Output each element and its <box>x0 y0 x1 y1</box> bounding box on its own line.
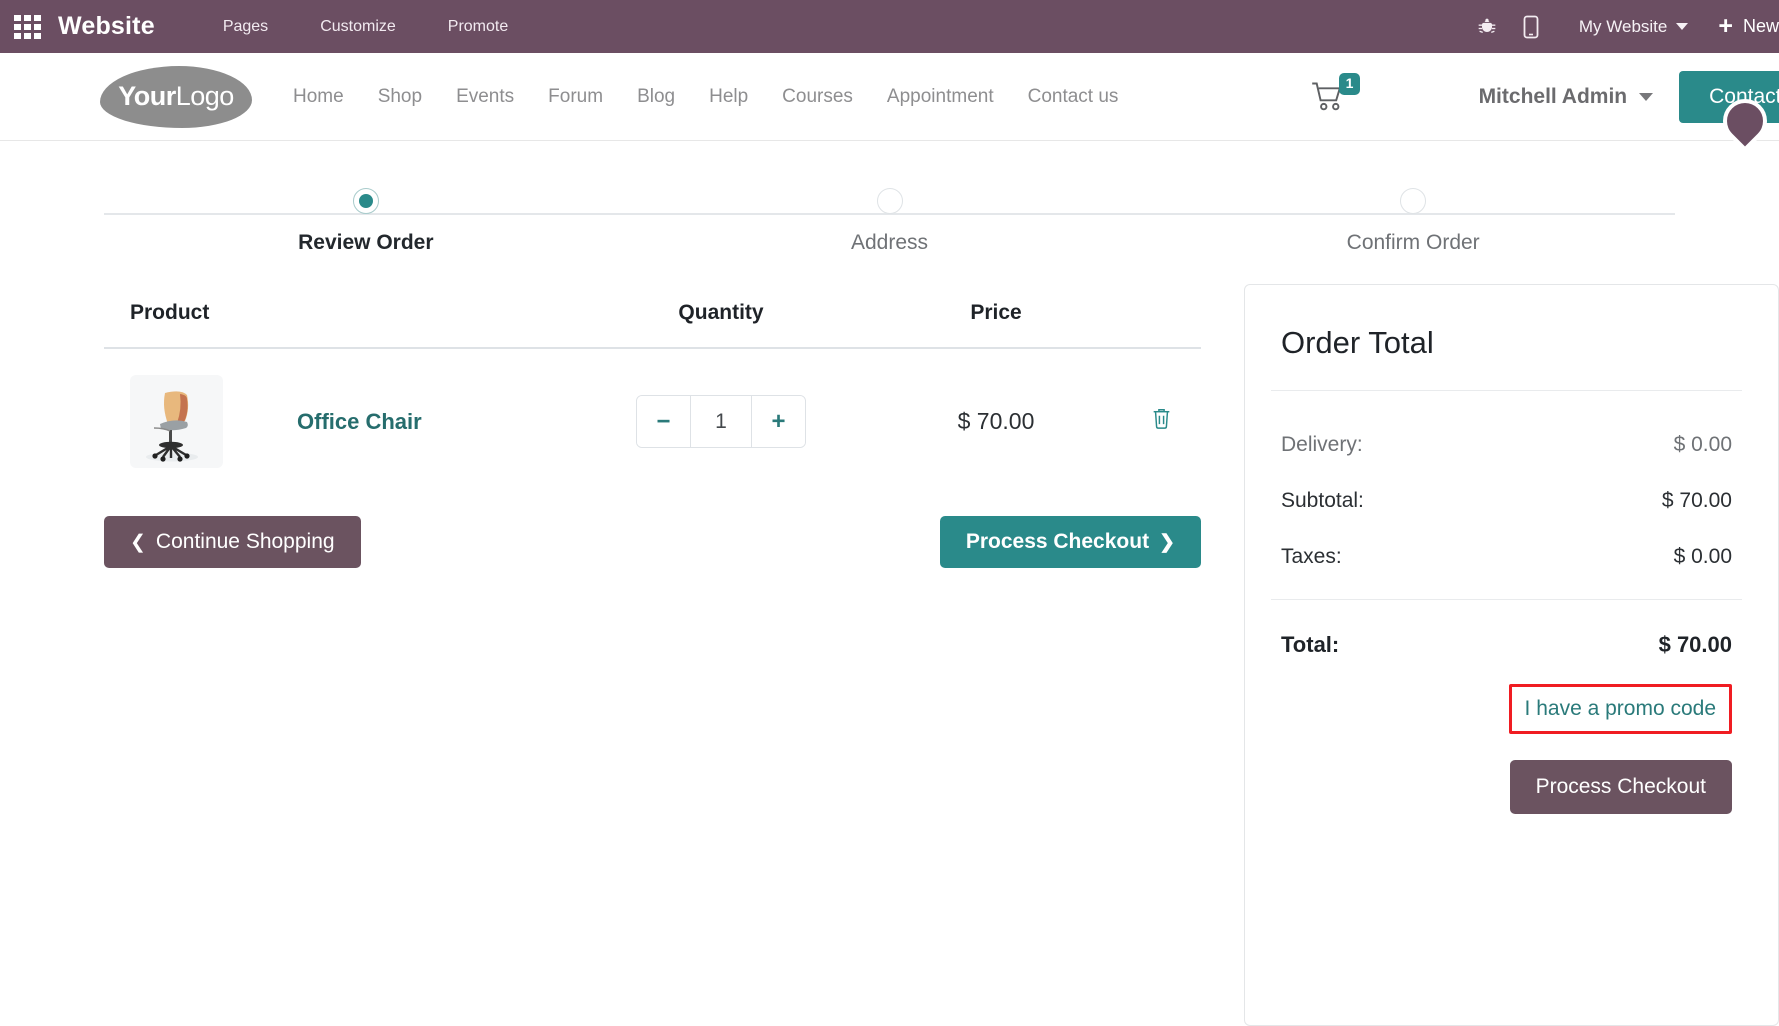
user-menu[interactable]: Mitchell Admin <box>1479 85 1654 109</box>
backend-navbar-right: My Website + New <box>1465 0 1779 53</box>
site-nav: Home Shop Events Forum Blog Help Courses… <box>276 86 1135 108</box>
divider <box>1271 390 1742 391</box>
wizard-step-dot <box>1400 188 1427 214</box>
site-header: YourLogo Home Shop Events Forum Blog Hel… <box>0 53 1779 153</box>
nav-item-events[interactable]: Events <box>439 86 531 108</box>
checkout-wizard: Review Order Address Confirm Order <box>104 188 1675 260</box>
wizard-step-confirm-order[interactable]: Confirm Order <box>1151 188 1675 255</box>
cart-area: Product Quantity Price Office Chair − 1 … <box>104 301 1201 572</box>
promo-code-link[interactable]: I have a promo code <box>1508 684 1732 734</box>
wizard-step-dot <box>352 188 379 214</box>
quantity-increase-button[interactable]: + <box>752 396 805 447</box>
nav-item-home[interactable]: Home <box>276 86 361 108</box>
backend-navbar: Website Pages Customize Promote My Websi… <box>0 0 1779 53</box>
divider <box>1271 599 1742 600</box>
site-header-right: 1 Mitchell Admin Contact Us <box>1311 53 1779 141</box>
order-total-label: Total: <box>1281 632 1340 657</box>
chevron-right-icon: ❯ <box>1159 531 1175 553</box>
order-line-taxes: Taxes: $ 0.00 <box>1281 545 1732 569</box>
cart-table-header-row: Product Quantity Price <box>104 301 1201 349</box>
order-line-label: Subtotal: <box>1281 489 1364 512</box>
site-logo[interactable]: YourLogo <box>100 65 252 128</box>
cart-actions-cell <box>1121 348 1201 494</box>
column-header-product: Product <box>104 301 571 349</box>
nav-item-shop[interactable]: Shop <box>361 86 439 108</box>
trash-icon[interactable] <box>1151 407 1172 436</box>
wizard-step-label: Confirm Order <box>1346 231 1480 254</box>
side-checkout-row: Process Checkout <box>1281 760 1732 814</box>
order-total-value: $ 70.00 <box>1658 632 1732 657</box>
wizard-step-dot <box>876 188 903 214</box>
apps-grid-icon[interactable] <box>14 14 44 39</box>
chevron-down-icon <box>1676 23 1689 30</box>
chevron-left-icon: ❮ <box>130 531 146 553</box>
nav-item-help[interactable]: Help <box>692 86 765 108</box>
quantity-stepper: − 1 + <box>636 395 806 448</box>
side-process-checkout-button[interactable]: Process Checkout <box>1509 760 1732 814</box>
cart-price-value: $ 70.00 <box>957 408 1035 434</box>
nav-item-courses[interactable]: Courses <box>765 86 870 108</box>
logo-light-part: Logo <box>175 81 235 111</box>
wizard-step-review-order[interactable]: Review Order <box>104 188 628 255</box>
order-line-subtotal: Subtotal: $ 70.00 <box>1281 489 1732 513</box>
menu-item-promote[interactable]: Promote <box>422 0 534 53</box>
app-brand-title: Website <box>58 12 155 40</box>
quantity-input[interactable]: 1 <box>690 396 752 447</box>
cart-count-badge: 1 <box>1338 73 1361 95</box>
cart-button[interactable]: 1 <box>1311 73 1369 117</box>
order-line-value: $ 70.00 <box>1661 489 1732 512</box>
column-header-price: Price <box>871 301 1121 349</box>
wizard-step-label: Address <box>850 231 929 254</box>
bug-icon[interactable] <box>1465 0 1509 53</box>
column-header-quantity: Quantity <box>571 301 871 349</box>
new-button-label: New <box>1742 16 1779 36</box>
continue-shopping-label: Continue Shopping <box>155 530 335 553</box>
continue-shopping-button[interactable]: ❮ Continue Shopping <box>104 516 361 568</box>
cart-table: Product Quantity Price Office Chair − 1 … <box>104 301 1201 494</box>
menu-item-customize[interactable]: Customize <box>294 0 422 53</box>
plus-icon: + <box>1718 12 1733 40</box>
backend-menu: Pages Customize Promote <box>197 0 534 53</box>
menu-item-pages[interactable]: Pages <box>197 0 294 53</box>
website-selector-label: My Website <box>1578 16 1668 36</box>
table-row: Office Chair − 1 + $ 70.00 <box>104 348 1201 494</box>
process-checkout-label: Process Checkout <box>965 530 1150 553</box>
logo-text: YourLogo <box>118 81 234 112</box>
promo-code-row: I have a promo code <box>1281 684 1732 734</box>
mobile-preview-icon[interactable] <box>1509 0 1553 53</box>
order-line-label: Taxes: <box>1281 545 1342 568</box>
nav-item-appointment[interactable]: Appointment <box>870 86 1011 108</box>
cart-quantity-cell: − 1 + <box>571 348 871 494</box>
process-checkout-button[interactable]: Process Checkout ❯ <box>939 516 1201 568</box>
logo-blob-shape: YourLogo <box>100 65 252 128</box>
nav-item-contact-us[interactable]: Contact us <box>1011 86 1136 108</box>
nav-item-blog[interactable]: Blog <box>620 86 692 108</box>
order-line-label: Delivery: <box>1281 433 1363 456</box>
office-chair-thumbnail[interactable] <box>130 375 223 468</box>
order-line-value: $ 0.00 <box>1673 545 1732 568</box>
nav-item-forum[interactable]: Forum <box>531 86 620 108</box>
cart-actions-row: ❮ Continue Shopping Process Checkout ❯ <box>104 516 1201 572</box>
new-button[interactable]: + New <box>1704 14 1779 39</box>
user-name-label: Mitchell Admin <box>1478 85 1628 108</box>
logo-bold-part: Your <box>118 81 176 111</box>
column-header-actions <box>1121 301 1201 349</box>
wizard-step-address[interactable]: Address <box>628 188 1152 255</box>
cart-product-cell: Office Chair <box>104 348 571 494</box>
wizard-step-label: Review Order <box>298 231 434 254</box>
checkout-page: Review Order Address Confirm Order Produ… <box>0 141 1779 1026</box>
order-line-delivery: Delivery: $ 0.00 <box>1281 433 1732 457</box>
order-line-total: Total: $ 70.00 <box>1281 632 1732 658</box>
cart-product-name-link[interactable]: Office Chair <box>297 409 422 435</box>
order-total-card: Order Total Delivery: $ 0.00 Subtotal: $… <box>1244 284 1779 1026</box>
website-selector[interactable]: My Website <box>1553 17 1705 37</box>
chevron-down-icon <box>1639 93 1654 101</box>
order-total-title: Order Total <box>1281 325 1434 360</box>
quantity-decrease-button[interactable]: − <box>637 396 690 447</box>
order-line-value: $ 0.00 <box>1673 433 1732 456</box>
